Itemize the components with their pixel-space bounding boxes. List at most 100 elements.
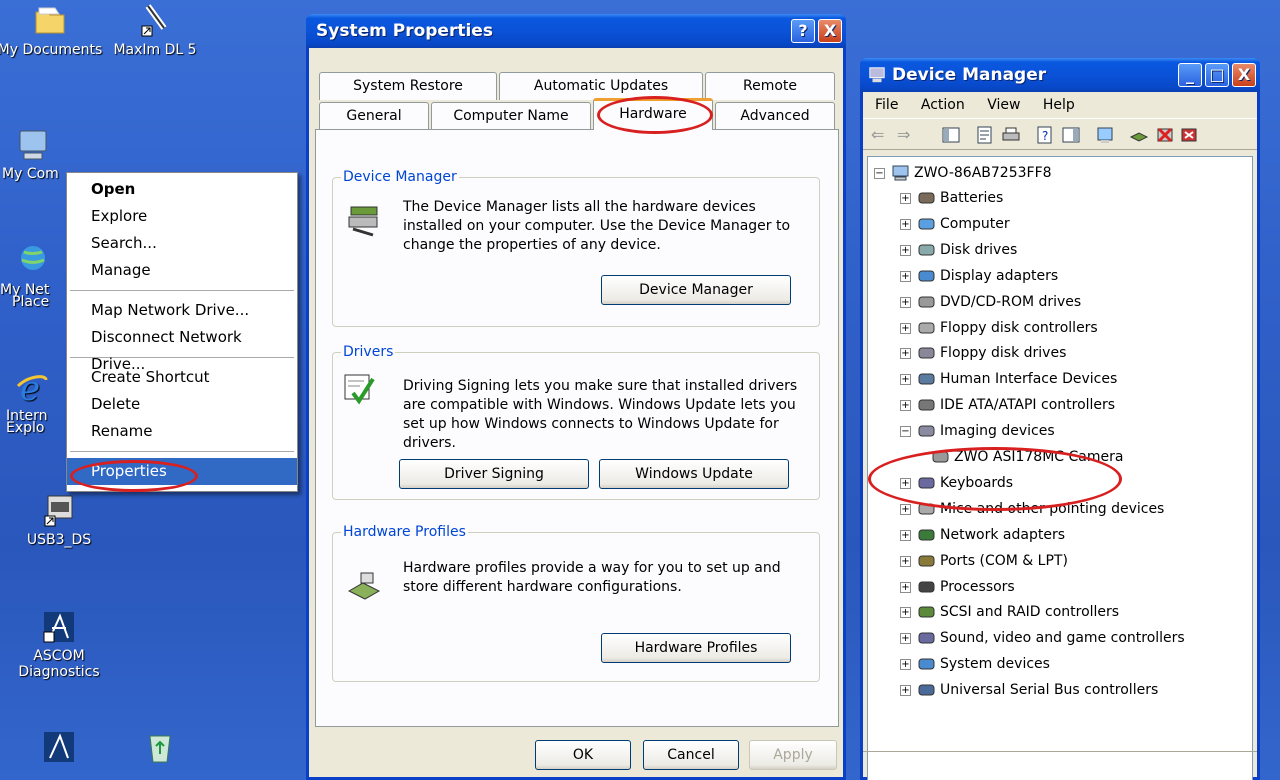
desktop-icon-ascom[interactable]: ASCOM Diagnostics (4, 610, 114, 680)
menu-separator (70, 290, 294, 291)
desktop-icon-maxim-dl[interactable]: MaxIm DL 5 (100, 4, 210, 58)
maximize-button[interactable]: □ (1205, 63, 1229, 87)
expand-icon[interactable]: + (900, 374, 911, 386)
expand-icon[interactable]: + (900, 633, 911, 645)
device-category-icon (918, 296, 935, 308)
properties-icon[interactable] (975, 125, 995, 145)
tab-computer-name[interactable]: Computer Name (431, 102, 591, 130)
my-network-places-icon (21, 246, 45, 270)
uninstall-device-icon[interactable] (1179, 125, 1199, 145)
back-arrow-icon[interactable]: ⇐ (871, 125, 891, 145)
device-manager-group: Device Manager The Device Manager lists … (332, 168, 820, 327)
device-category-icon (918, 632, 935, 644)
expand-icon[interactable]: + (900, 296, 911, 308)
menu-item-rename[interactable]: Rename (67, 418, 297, 445)
expand-icon[interactable]: + (900, 348, 911, 360)
system-properties-titlebar[interactable]: System Properties ? X (306, 14, 846, 48)
device-category-icon (918, 684, 935, 696)
tree-item-label: Floppy disk controllers (940, 319, 1098, 336)
tab-general[interactable]: General (319, 102, 429, 130)
expand-icon[interactable]: + (900, 607, 911, 619)
tree-item-label: Processors (940, 578, 1015, 595)
menu-item-open[interactable]: Open (67, 176, 297, 203)
forward-arrow-icon[interactable]: ⇒ (897, 125, 917, 145)
tab-advanced[interactable]: Advanced (715, 102, 835, 130)
apply-button[interactable]: Apply (749, 740, 837, 770)
device-category-icon (918, 270, 935, 282)
close-button[interactable]: X (818, 19, 842, 43)
expand-icon[interactable]: + (900, 555, 911, 567)
ok-button[interactable]: OK (535, 740, 631, 770)
expand-icon[interactable]: + (900, 503, 911, 515)
help-icon[interactable]: ? (1035, 125, 1055, 145)
minimize-button[interactable]: _ (1178, 63, 1202, 87)
group-title: Hardware Profiles (341, 523, 468, 541)
show-hide-console-tree-icon[interactable] (941, 125, 961, 145)
tree-item-label: SCSI and RAID controllers (940, 604, 1120, 621)
my-computer-icon (19, 130, 47, 160)
driver-signing-button[interactable]: Driver Signing (399, 459, 589, 489)
device-category-icon (918, 399, 935, 411)
desktop-icon-usb3-ds[interactable]: USB3_DS (4, 494, 114, 548)
menu-help[interactable]: Help (1043, 97, 1075, 113)
device-manager-button[interactable]: Device Manager (601, 275, 791, 305)
tree-item-label: Sound, video and game controllers (940, 630, 1185, 647)
menu-file[interactable]: File (875, 97, 898, 113)
expand-icon[interactable]: + (900, 193, 911, 204)
expand-icon[interactable]: + (900, 659, 911, 671)
expand-icon[interactable]: + (900, 529, 911, 541)
device-category-icon (918, 244, 935, 256)
help-button[interactable]: ? (791, 19, 815, 43)
device-manager-window: Device Manager _ □ X File Action View He… (860, 58, 1260, 780)
annotation-circle-properties (70, 460, 198, 492)
menu-item-map-network-drive[interactable]: Map Network Drive... (67, 297, 297, 324)
menu-item-create-shortcut[interactable]: Create Shortcut (67, 364, 297, 391)
group-description: The Device Manager lists all the hardwar… (403, 199, 791, 253)
device-category-icon (918, 218, 935, 230)
device-category-icon (918, 347, 935, 359)
menu-item-search[interactable]: Search... (67, 230, 297, 257)
disable-device-icon[interactable] (1155, 125, 1175, 145)
desktop-icon-ascom-2[interactable] (4, 730, 114, 768)
menu-action[interactable]: Action (921, 97, 965, 113)
system-properties-window: System Properties ? X System Restore Aut… (306, 14, 846, 780)
internet-explorer-icon: e (16, 370, 48, 404)
tree-item-label: Universal Serial Bus controllers (940, 682, 1159, 699)
tree-item-label: Floppy disk drives (940, 345, 1067, 362)
desktop-icon-my-documents[interactable]: My Documents (0, 4, 105, 58)
expand-icon[interactable]: + (900, 218, 911, 230)
collapse-icon[interactable]: − (900, 426, 911, 438)
tree-item-label: System devices (940, 656, 1050, 673)
expand-icon[interactable]: + (900, 322, 911, 334)
scan-hardware-icon[interactable] (1095, 125, 1115, 145)
expand-icon[interactable]: + (900, 244, 911, 256)
device-manager-title-icon (869, 67, 885, 83)
expand-icon[interactable]: + (900, 270, 911, 282)
tab-automatic-updates[interactable]: Automatic Updates (499, 72, 703, 100)
expand-icon[interactable]: + (900, 581, 911, 593)
windows-update-button[interactable]: Windows Update (599, 459, 789, 489)
expand-icon[interactable]: + (900, 400, 911, 412)
menu-item-explore[interactable]: Explore (67, 203, 297, 230)
show-hide-action-pane-icon[interactable] (1061, 125, 1081, 145)
collapse-icon[interactable]: − (874, 168, 885, 179)
desktop-icon-recycle-bin[interactable] (105, 730, 215, 768)
expand-icon[interactable]: + (900, 685, 911, 697)
menu-view[interactable]: View (987, 97, 1020, 113)
tree-item-label: Ports (COM & LPT) (940, 552, 1068, 569)
menu-item-disconnect-network-drive[interactable]: Disconnect Network Drive... (67, 324, 297, 373)
device-category-icon (918, 322, 935, 333)
tab-system-restore[interactable]: System Restore (319, 72, 497, 100)
computer-icon (892, 165, 909, 181)
cancel-button[interactable]: Cancel (643, 740, 739, 770)
tab-remote[interactable]: Remote (705, 72, 835, 100)
close-button[interactable]: X (1232, 63, 1256, 87)
device-category-icon (918, 658, 935, 670)
update-driver-icon[interactable] (1129, 125, 1149, 145)
hardware-profiles-button[interactable]: Hardware Profiles (601, 633, 791, 663)
menu-item-manage[interactable]: Manage (67, 257, 297, 284)
device-manager-titlebar[interactable]: Device Manager _ □ X (860, 58, 1260, 92)
desktop-icon-label: USB3_DS (26, 532, 92, 548)
menu-item-delete[interactable]: Delete (67, 391, 297, 418)
print-icon[interactable] (1001, 125, 1021, 145)
